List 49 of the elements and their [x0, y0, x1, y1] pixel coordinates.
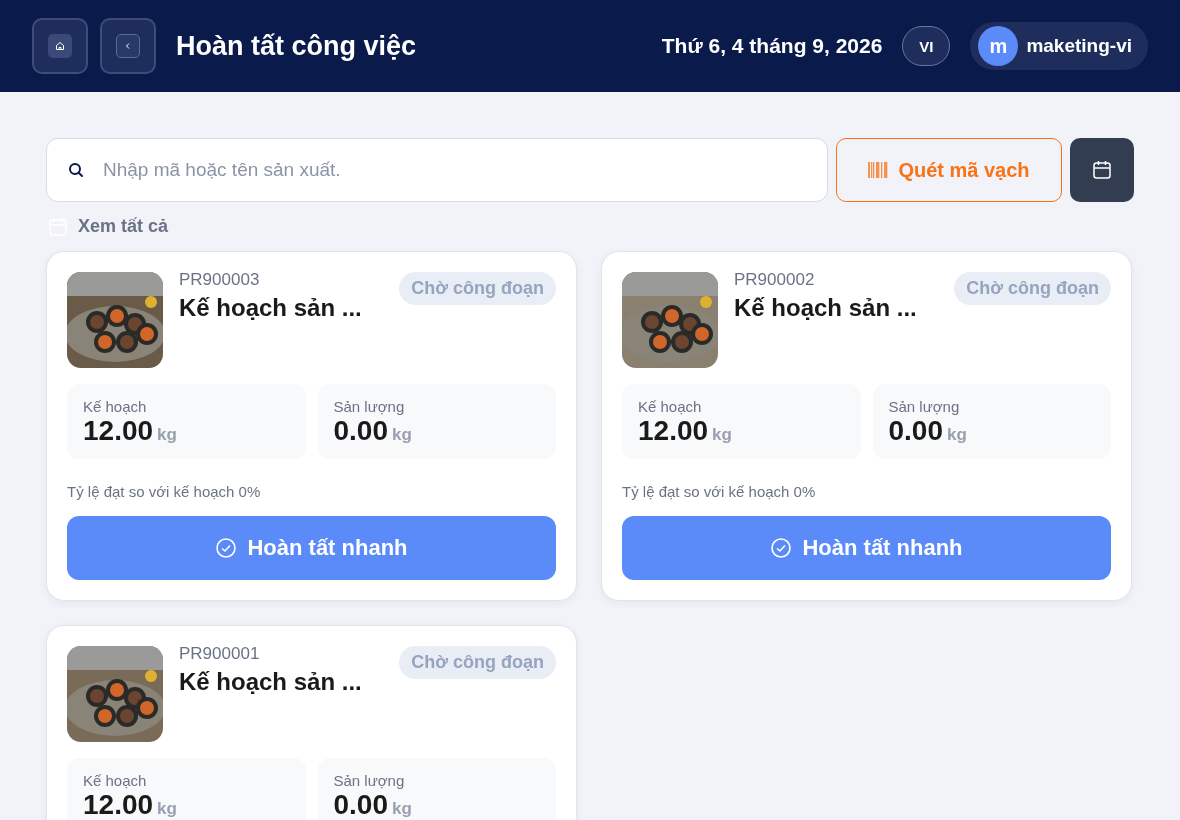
order-code: PR900002 — [734, 270, 816, 290]
status-badge: Chờ công đoạn — [399, 646, 556, 679]
status-badge: Chờ công đoạn — [954, 272, 1111, 305]
stat-label: Sản lượng — [333, 398, 406, 415]
order-code: PR900001 — [179, 644, 261, 664]
stat-label: Kế hoạch — [83, 772, 148, 789]
home-icon — [55, 41, 65, 51]
stat-unit: kg — [947, 425, 967, 445]
stat-unit: kg — [392, 425, 412, 445]
stat-label: Kế hoạch — [638, 398, 703, 415]
quick-complete-button[interactable]: Hoàn tất nhanh — [67, 516, 556, 580]
stat-unit: kg — [157, 799, 177, 819]
stat-label: Kế hoạch — [83, 398, 148, 415]
check-circle-icon — [215, 537, 238, 559]
chevron-left-icon — [124, 42, 132, 50]
stat-value: 0.00 — [333, 789, 388, 820]
stat-unit: kg — [712, 425, 732, 445]
view-all-filter[interactable]: Xem tất cả — [48, 216, 169, 237]
order-code: PR900003 — [179, 270, 261, 290]
user-chip[interactable]: m maketing-vi — [970, 22, 1148, 70]
scan-barcode-button[interactable]: Quét mã vạch — [836, 138, 1062, 202]
order-title: Kế hoạch sản ... — [734, 294, 918, 322]
stat-value: 12.00 — [83, 789, 154, 820]
stat-unit: kg — [157, 425, 177, 445]
stat-value: 12.00 — [638, 415, 709, 447]
home-button[interactable] — [32, 18, 88, 74]
stat-value: 0.00 — [333, 415, 388, 447]
user-name: maketing-vi — [1026, 35, 1132, 57]
achievement-rate: Tỷ lệ đạt so với kế hoạch 0% — [622, 483, 817, 500]
order-title: Kế hoạch sản ... — [179, 294, 363, 322]
calendar-button[interactable] — [1070, 138, 1134, 202]
search-field[interactable]: Nhập mã hoặc tên sản xuất. — [46, 138, 828, 202]
stat-label: Sản lượng — [888, 398, 961, 415]
avatar: m — [978, 26, 1019, 66]
achievement-rate: Tỷ lệ đạt so với kế hoạch 0% — [67, 483, 262, 500]
calendar-icon — [1091, 159, 1113, 181]
date-text: Thứ 6, 4 tháng 9, 2026 — [661, 34, 883, 58]
status-badge: Chờ công đoạn — [399, 272, 556, 305]
language-button[interactable]: VI — [902, 26, 951, 66]
stat-label: Sản lượng — [333, 772, 406, 789]
page-title: Hoàn tất công việc — [176, 30, 417, 62]
stat-value: 0.00 — [888, 415, 943, 447]
order-title: Kế hoạch sản ... — [179, 668, 363, 696]
stat-value: 12.00 — [83, 415, 154, 447]
barcode-icon — [868, 161, 889, 179]
quick-complete-button[interactable]: Hoàn tất nhanh — [622, 516, 1111, 580]
back-button[interactable] — [100, 18, 156, 74]
stat-unit: kg — [392, 799, 412, 819]
check-circle-icon — [770, 537, 793, 559]
